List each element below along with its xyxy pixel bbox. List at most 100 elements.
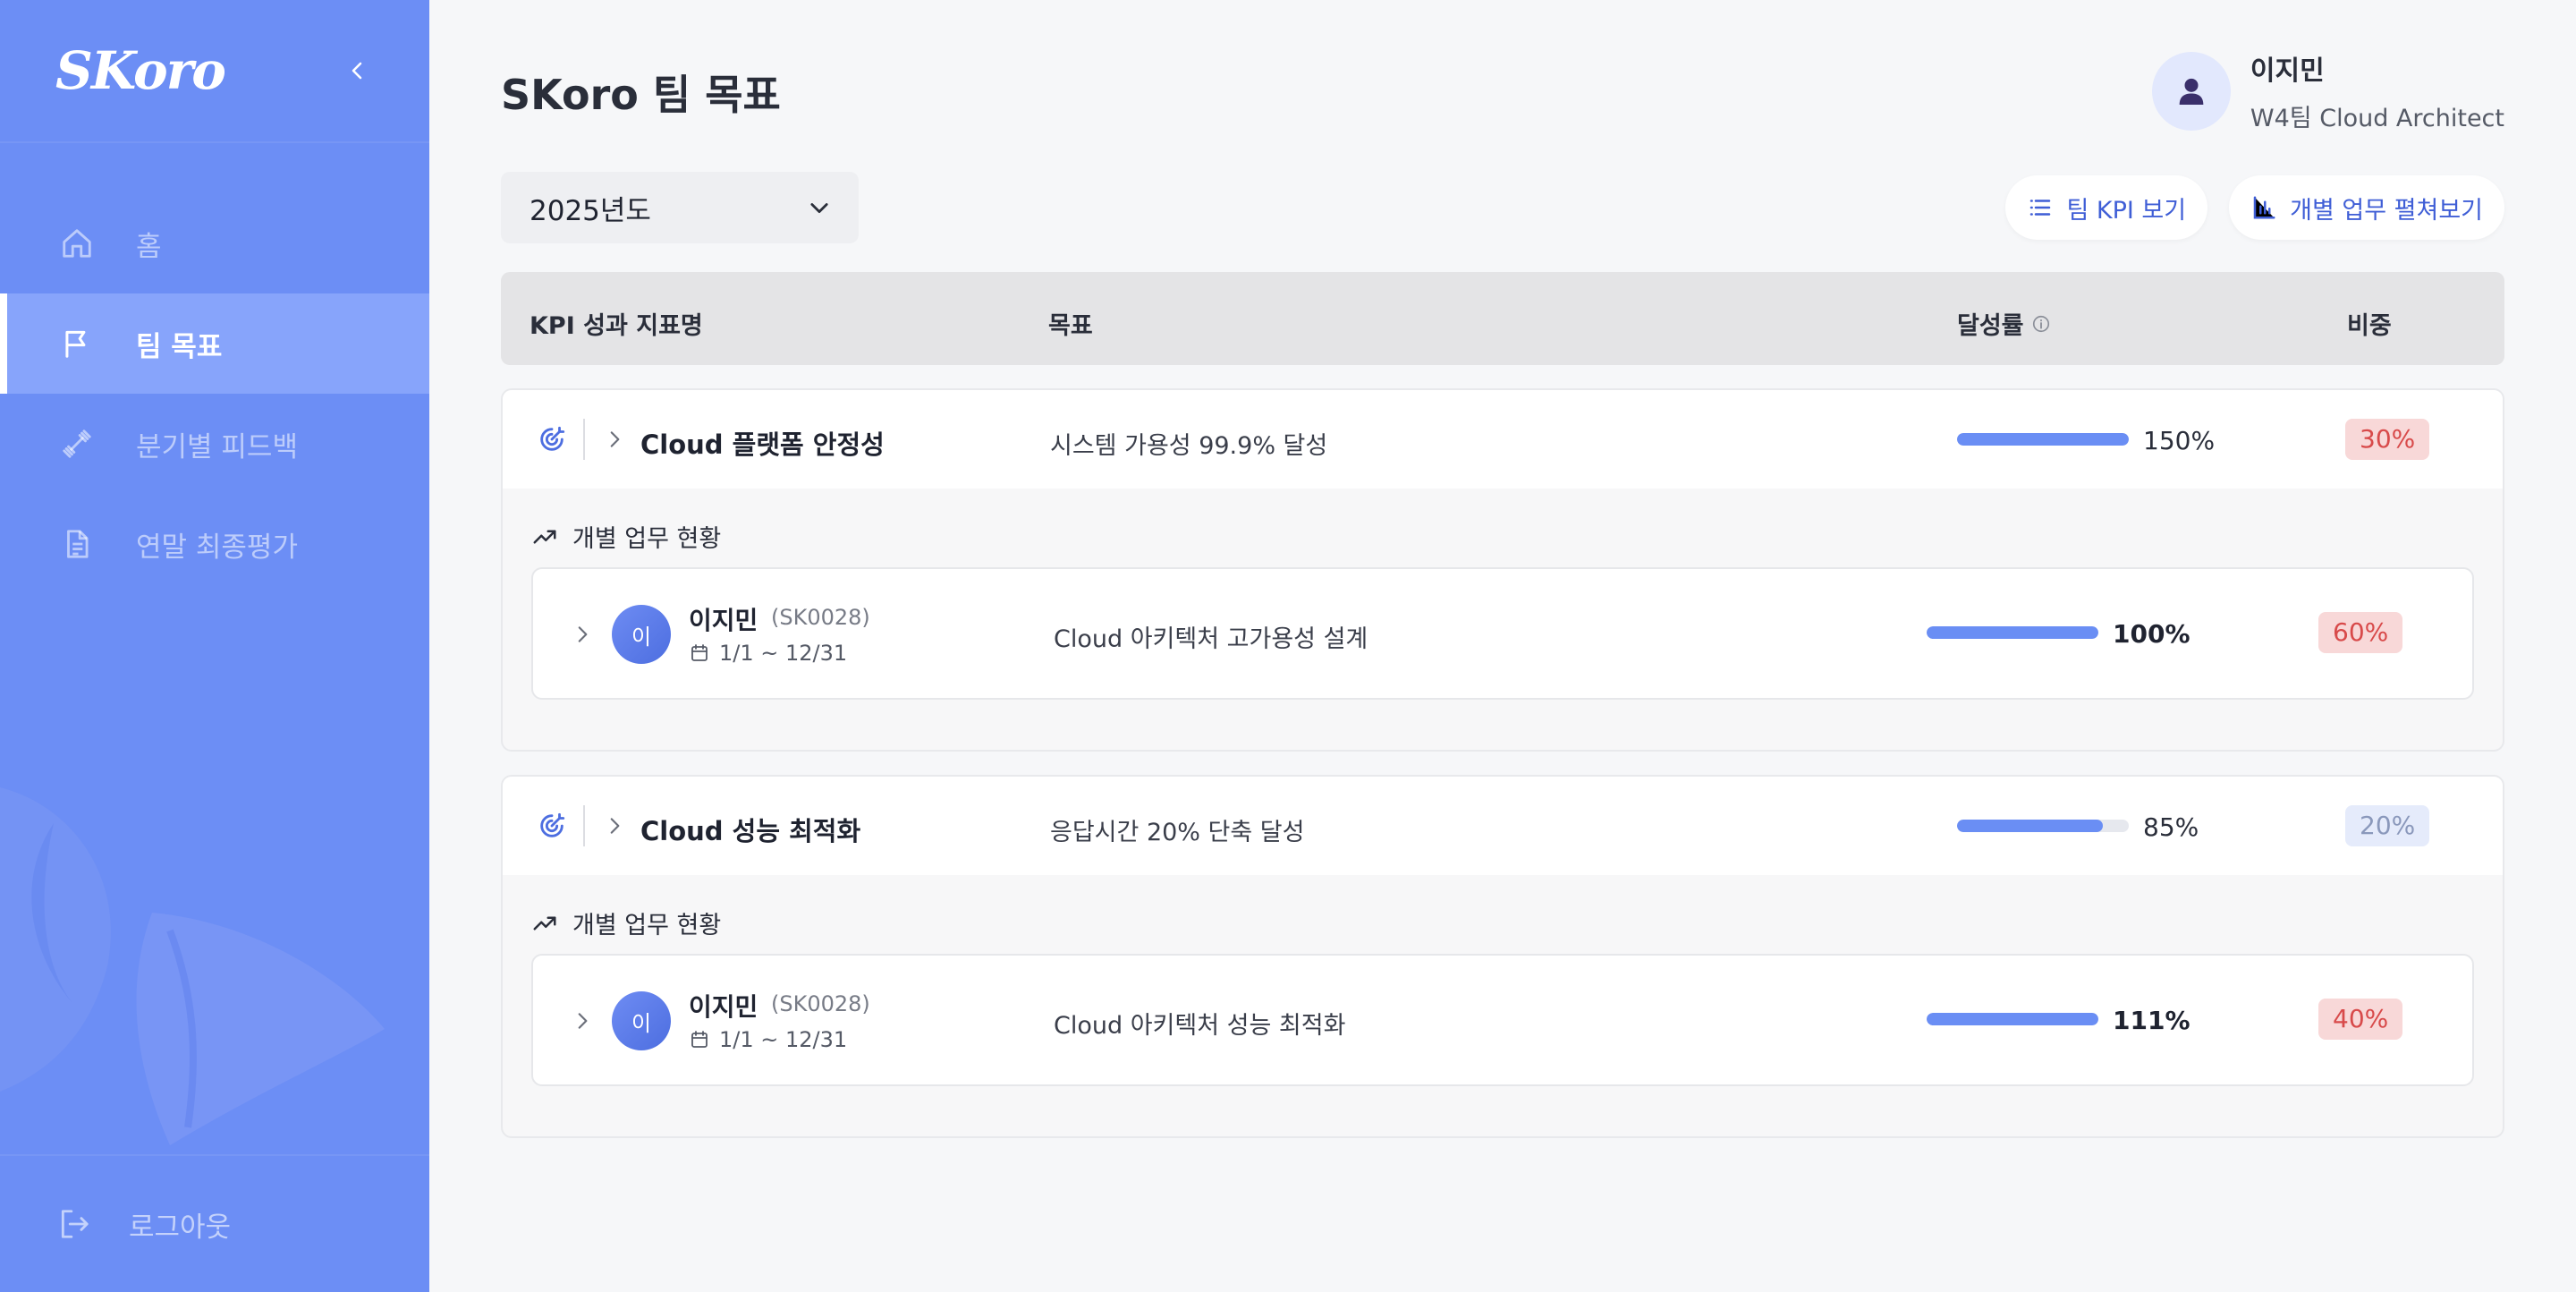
chevron-right-icon[interactable] — [571, 1009, 594, 1033]
task-goal: Cloud 아키텍처 고가용성 설계 — [1054, 625, 1368, 653]
task-period: 1/1 ~ 12/31 — [689, 1027, 847, 1052]
expand-individual-button[interactable]: 개별 업무 펼쳐보기 — [2229, 175, 2504, 240]
column-header-rate-label: 달성률 — [1957, 312, 2024, 340]
kpi-progress-bar — [1957, 433, 2129, 446]
year-select-value: 2025년도 — [530, 194, 651, 227]
column-header-weight: 비중 — [2347, 312, 2392, 340]
weight-badge: 40% — [2318, 999, 2403, 1040]
kpi-group: Cloud 성능 최적화 응답시간 20% 단축 달성 85% 20% 개별 업… — [501, 775, 2504, 1138]
progress-fill — [1957, 820, 2104, 832]
info-icon[interactable] — [2031, 314, 2051, 334]
calendar-icon — [691, 644, 708, 661]
column-header-goal: 목표 — [1048, 312, 1093, 340]
avatar: 이 — [612, 605, 671, 664]
member-id: (SK0028) — [771, 991, 870, 1016]
target-icon — [540, 426, 565, 451]
chevron-left-icon — [352, 62, 362, 80]
divider — [583, 805, 585, 846]
member-name: 이지민 — [689, 606, 758, 635]
progress-fill — [1927, 1013, 2098, 1025]
team-kpi-button[interactable]: 팀 KPI 보기 — [2005, 175, 2208, 240]
sidebar-nav: 홈 팀 목표 분기별 피드백 연말 최종평가 — [0, 193, 429, 594]
decorative-leaf-shape — [0, 787, 385, 1145]
individual-task-row[interactable]: 이 이지민 (SK0028) 1/1 ~ 12/31 Cloud 아키텍처 성능… — [531, 954, 2474, 1086]
task-goal: Cloud 아키텍처 성능 최적화 — [1054, 1012, 1346, 1040]
target-icon — [540, 812, 565, 837]
task-progress-bar — [1927, 1013, 2098, 1025]
flag-icon — [59, 326, 95, 361]
task-rate: 111% — [2113, 1006, 2190, 1035]
user-avatar — [2151, 51, 2231, 131]
user-profile[interactable]: 이지민 W4팀 Cloud Architect — [2151, 48, 2504, 133]
sidebar-item-home[interactable]: 홈 — [0, 193, 429, 293]
kpi-name: Cloud 플랫폼 안정성 — [640, 429, 885, 460]
home-icon — [59, 225, 95, 261]
document-icon — [59, 526, 95, 562]
kpi-rate: 150% — [2143, 426, 2216, 455]
user-icon — [2179, 78, 2204, 105]
trending-up-icon — [533, 916, 556, 930]
individual-task-row[interactable]: 이 이지민 (SK0028) 1/1 ~ 12/31 Cloud 아키텍처 고가… — [531, 567, 2474, 700]
kpi-row[interactable]: Cloud 성능 최적화 응답시간 20% 단축 달성 85% 20% — [503, 777, 2503, 875]
kpi-name: Cloud 성능 최적화 — [640, 816, 861, 846]
subsection-title: 개별 업무 현황 — [531, 905, 721, 940]
kpi-row[interactable]: Cloud 플랫폼 안정성 시스템 가용성 99.9% 달성 150% 30% — [503, 390, 2503, 489]
task-progress-bar — [1927, 626, 2098, 639]
column-header-kpi: KPI 성과 지표명 — [530, 312, 703, 340]
progress-fill — [1927, 626, 2098, 639]
task-period: 1/1 ~ 12/31 — [689, 641, 847, 666]
subsection-title-label: 개별 업무 현황 — [572, 525, 722, 553]
sidebar-item-label: 분기별 피드백 — [136, 430, 298, 463]
kpi-goal: 시스템 가용성 99.9% 달성 — [1050, 432, 1328, 460]
subsection-title-label: 개별 업무 현황 — [572, 912, 722, 939]
year-select[interactable]: 2025년도 — [501, 172, 859, 243]
weight-badge: 60% — [2318, 612, 2403, 653]
chevron-right-icon[interactable] — [603, 428, 626, 451]
logout-button[interactable]: 로그아웃 — [0, 1154, 429, 1292]
expand-individual-button-label: 개별 업무 펼쳐보기 — [2290, 196, 2483, 225]
task-rate: 100% — [2113, 619, 2190, 649]
sidebar-item-label: 홈 — [136, 230, 162, 263]
logo: SKoro — [55, 40, 226, 101]
main-content: SKoro 팀 목표 이지민 W4팀 Cloud Architect 2025년… — [501, 0, 2504, 1292]
sidebar-item-annual-review[interactable]: 연말 최종평가 — [0, 494, 429, 594]
list-icon — [2030, 200, 2051, 216]
member-id: (SK0028) — [771, 605, 870, 630]
user-name: 이지민 — [2250, 55, 2325, 87]
sidebar-item-label: 팀 목표 — [136, 330, 223, 363]
calendar-icon — [691, 1031, 708, 1048]
chevron-down-icon — [810, 203, 828, 214]
kpi-rate: 85% — [2143, 812, 2199, 842]
task-period-text: 1/1 ~ 12/31 — [719, 641, 848, 666]
chevron-right-icon[interactable] — [571, 623, 594, 646]
kpi-goal: 응답시간 20% 단축 달성 — [1050, 819, 1305, 846]
logout-label: 로그아웃 — [129, 1211, 232, 1244]
bar-chart-icon — [2253, 196, 2275, 219]
sidebar-item-label: 연말 최종평가 — [136, 531, 298, 564]
weight-badge: 30% — [2345, 419, 2430, 460]
logout-icon — [57, 1206, 93, 1242]
member-name: 이지민 — [689, 992, 758, 1022]
avatar: 이 — [612, 991, 671, 1050]
sidebar: SKoro 홈 팀 목표 분기별 피드백 연말 최종평가 로그아웃 — [0, 0, 429, 1292]
sidebar-header: SKoro — [0, 0, 429, 143]
team-kpi-button-label: 팀 KPI 보기 — [2066, 196, 2187, 225]
task-period-text: 1/1 ~ 12/31 — [719, 1027, 848, 1052]
collapse-sidebar-button[interactable] — [340, 53, 376, 89]
trending-up-icon — [533, 530, 556, 543]
user-role: W4팀 Cloud Architect — [2250, 105, 2504, 132]
divider — [583, 419, 585, 460]
action-buttons: 팀 KPI 보기 개별 업무 펼쳐보기 — [2005, 175, 2504, 240]
kpi-group: Cloud 플랫폼 안정성 시스템 가용성 99.9% 달성 150% 30% … — [501, 388, 2504, 752]
table-header: KPI 성과 지표명 목표 달성률 비중 — [501, 272, 2504, 365]
chevron-right-icon[interactable] — [603, 814, 626, 837]
kpi-progress-bar — [1957, 820, 2129, 832]
dumbbell-icon — [59, 426, 95, 462]
sidebar-item-team-goals[interactable]: 팀 목표 — [0, 293, 429, 394]
page-title: SKoro 팀 목표 — [501, 71, 781, 119]
column-header-rate: 달성률 — [1957, 306, 2051, 341]
sidebar-item-quarterly-feedback[interactable]: 분기별 피드백 — [0, 394, 429, 494]
progress-fill — [1957, 433, 2129, 446]
weight-badge: 20% — [2345, 805, 2430, 846]
subsection-title: 개별 업무 현황 — [531, 519, 721, 554]
